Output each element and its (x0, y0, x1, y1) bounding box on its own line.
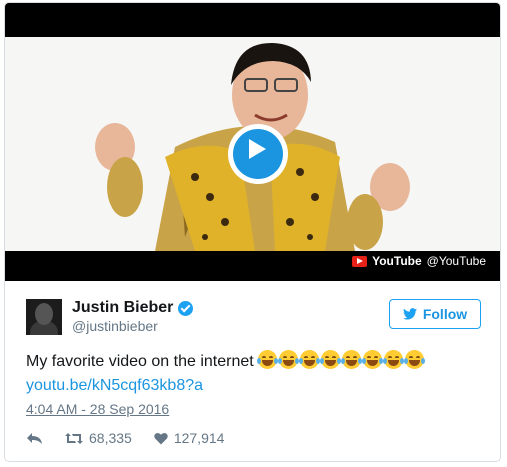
tweet-card: YouTube @YouTube Justin Bieber @justinbi… (4, 2, 501, 462)
tweet-actions: 68,335 127,914 (26, 430, 224, 446)
user-block[interactable]: Justin Bieber @justinbieber (26, 299, 194, 335)
like-count: 127,914 (173, 430, 225, 446)
heart-icon (154, 432, 168, 444)
youtube-logo-icon (352, 255, 368, 267)
tweet-text: My favorite video on the internet youtu.… (26, 350, 486, 398)
emoji-group (256, 350, 425, 369)
user-names: Justin Bieber @justinbieber (72, 299, 194, 335)
tears-of-joy-emoji-icon (403, 350, 425, 369)
twitter-bird-icon (402, 308, 417, 320)
tweet-link[interactable]: youtu.be/kN5cqf63kb8?a (26, 374, 486, 398)
tweet-body: My favorite video on the internet (26, 353, 254, 370)
tears-of-joy-emoji-icon (319, 350, 341, 369)
media-source-handle: @YouTube (426, 254, 486, 268)
reply-icon (27, 432, 42, 444)
reply-button[interactable] (26, 432, 43, 445)
avatar[interactable] (26, 299, 62, 335)
video-player[interactable]: YouTube @YouTube (5, 3, 500, 281)
retweet-icon (65, 432, 83, 444)
user-screen-name[interactable]: @justinbieber (72, 317, 193, 335)
avatar-face (35, 303, 53, 325)
name-row: Justin Bieber (72, 299, 194, 317)
tears-of-joy-emoji-icon (277, 350, 299, 369)
verified-icon (178, 300, 194, 316)
tears-of-joy-emoji-icon (361, 350, 383, 369)
tweet-timestamp[interactable]: 4:04 AM - 28 Sep 2016 (26, 401, 169, 417)
user-name[interactable]: Justin Bieber (72, 299, 173, 317)
like-button[interactable]: 127,914 (154, 430, 225, 446)
tears-of-joy-emoji-icon (382, 350, 404, 369)
follow-button[interactable]: Follow (389, 299, 481, 329)
media-source-name: YouTube (372, 254, 422, 268)
retweet-count: 68,335 (89, 430, 132, 446)
play-button[interactable] (228, 124, 288, 184)
tears-of-joy-emoji-icon (340, 350, 362, 369)
media-attribution[interactable]: YouTube @YouTube (352, 254, 486, 268)
retweet-button[interactable]: 68,335 (65, 430, 132, 446)
play-icon (249, 139, 266, 159)
follow-label: Follow (422, 306, 468, 322)
tears-of-joy-emoji-icon (256, 350, 278, 369)
tears-of-joy-emoji-icon (298, 350, 320, 369)
